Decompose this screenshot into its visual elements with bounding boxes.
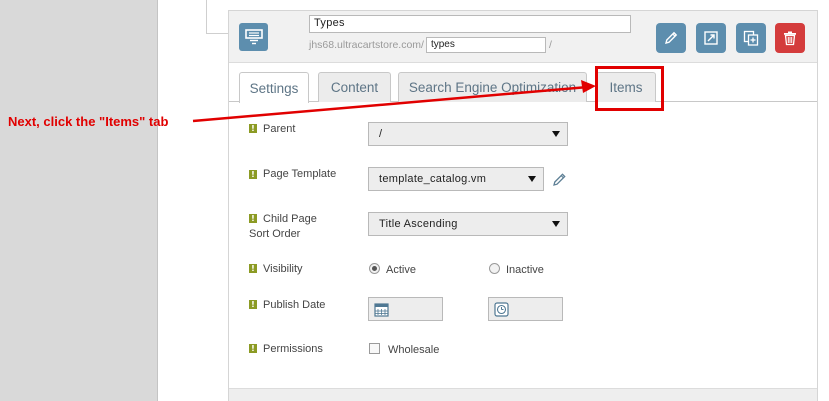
parent-label: Parent: [263, 123, 296, 135]
visibility-active-radio[interactable]: [369, 263, 380, 274]
permissions-label: Permissions: [263, 343, 323, 355]
annotation-arrow: [192, 80, 596, 123]
info-icon: !: [249, 300, 257, 309]
info-icon: !: [249, 344, 257, 353]
child-sort-value: Title Ascending: [379, 218, 458, 230]
dropdown-caret-icon: [552, 221, 560, 227]
child-sort-select[interactable]: Title Ascending: [368, 212, 568, 236]
dropdown-caret-icon: [552, 131, 560, 137]
publish-date-label: Publish Date: [263, 299, 326, 311]
child-sort-label-line2: Sort Order: [249, 228, 301, 240]
page-template-value: template_catalog.vm: [379, 173, 487, 185]
edit-template-icon[interactable]: [551, 171, 568, 188]
clock-icon: [494, 302, 509, 317]
publish-date-input[interactable]: [368, 297, 443, 321]
calendar-icon: [374, 303, 389, 317]
wholesale-checkbox[interactable]: [369, 343, 380, 354]
visibility-inactive-radio[interactable]: [489, 263, 500, 274]
instruction-annotation: Next, click the "Items" tab: [8, 114, 169, 129]
wholesale-label: Wholesale: [388, 344, 440, 356]
page-template-select[interactable]: template_catalog.vm: [368, 167, 544, 191]
visibility-label: Visibility: [263, 263, 303, 275]
info-icon: !: [249, 214, 257, 223]
visibility-inactive-label: Inactive: [506, 264, 544, 276]
page-template-label: Page Template: [263, 168, 337, 180]
publish-time-input[interactable]: [488, 297, 563, 321]
info-icon: !: [249, 170, 257, 179]
dropdown-caret-icon: [528, 176, 536, 182]
info-icon: !: [249, 264, 257, 273]
visibility-active-label: Active: [386, 264, 416, 276]
parent-select[interactable]: /: [368, 122, 568, 146]
parent-select-value: /: [379, 128, 383, 140]
child-sort-label-line1: Child Page: [263, 213, 317, 225]
info-icon: !: [249, 124, 257, 133]
